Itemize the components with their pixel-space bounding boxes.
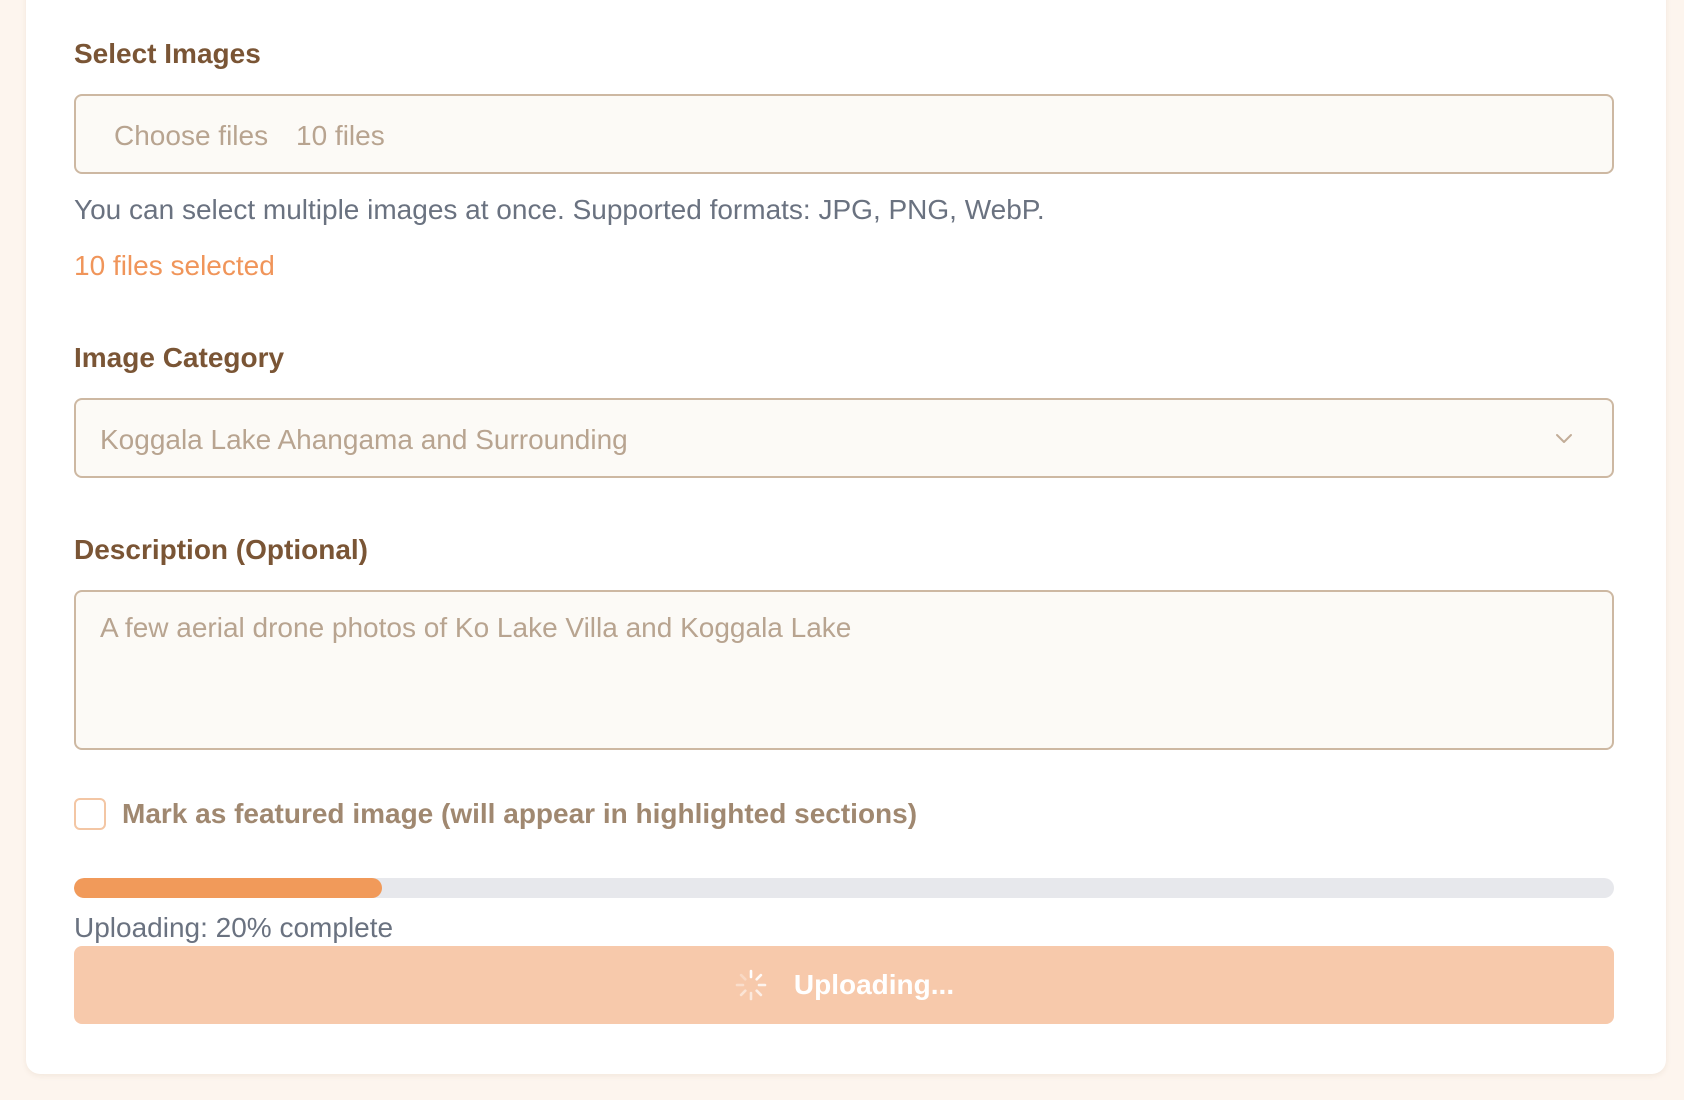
upload-button-label: Uploading...: [793, 969, 955, 1000]
featured-image-label[interactable]: Mark as featured image (will appear in h…: [122, 798, 917, 830]
chevron-down-icon: [1556, 434, 1572, 443]
image-category-select[interactable]: Koggala Lake Ahangama and Surrounding: [74, 398, 1614, 478]
description-textarea[interactable]: A few aerial drone photos of Ko Lake Vil…: [74, 590, 1614, 750]
choose-files-button[interactable]: Choose files: [114, 120, 268, 152]
upload-progress-bar: [74, 878, 1614, 898]
upload-button[interactable]: Uploading...: [74, 946, 1614, 1024]
select-images-label: Select Images: [74, 38, 261, 69]
file-input[interactable]: Choose files 10 files: [74, 94, 1614, 174]
featured-image-checkbox[interactable]: [74, 798, 106, 830]
image-category-selected-value: Koggala Lake Ahangama and Surrounding: [100, 424, 628, 455]
upload-progress-fill: [74, 878, 382, 898]
files-selected-count: 10 files selected: [74, 250, 275, 281]
spinner-icon: [735, 969, 767, 1001]
supported-formats-help-text: You can select multiple images at once. …: [74, 194, 1045, 225]
image-category-label: Image Category: [74, 342, 285, 373]
description-text: A few aerial drone photos of Ko Lake Vil…: [100, 612, 852, 643]
description-label: Description (Optional): [74, 534, 368, 565]
file-input-status: 10 files: [296, 120, 385, 151]
upload-progress-text: Uploading: 20% complete: [74, 912, 394, 943]
